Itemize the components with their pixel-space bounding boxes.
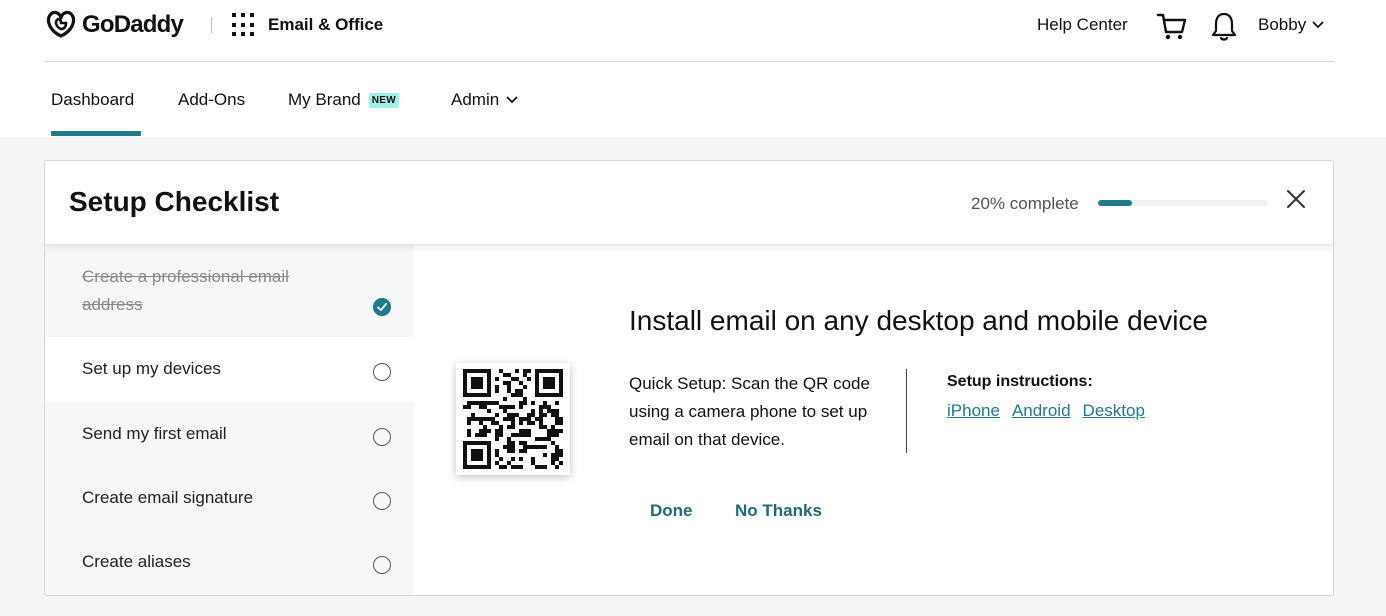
checklist-sidebar: Create a professional email address Set … xyxy=(45,245,414,595)
checklist-item-label: Create a professional email xyxy=(82,267,289,286)
progress-bar-fill xyxy=(1098,200,1132,206)
radio-circle-icon xyxy=(373,428,391,446)
checklist-header: Setup Checklist 20% complete xyxy=(45,161,1333,245)
checklist-item-label: Create email signature xyxy=(82,488,254,507)
checklist-item-label: Set up my devices xyxy=(82,359,221,378)
apps-grid-icon[interactable] xyxy=(232,13,256,37)
checklist-title: Setup Checklist xyxy=(69,186,280,217)
checklist-item-label: address xyxy=(82,295,143,314)
godaddy-logo-icon xyxy=(46,10,76,38)
radio-circle-icon xyxy=(373,492,391,510)
qr-code-icon xyxy=(463,369,563,469)
product-title[interactable]: Email & Office xyxy=(268,15,383,35)
done-button[interactable]: Done xyxy=(650,501,693,521)
help-center-link[interactable]: Help Center xyxy=(1037,15,1128,35)
android-link[interactable]: Android xyxy=(1012,401,1071,421)
logo-text: GoDaddy xyxy=(82,11,184,38)
close-icon[interactable] xyxy=(1285,188,1307,210)
setup-checklist-card: Setup Checklist 20% complete Create a pr… xyxy=(44,160,1334,596)
header: GoDaddy Email & Office Help Center Bobby xyxy=(44,0,1334,62)
device-setup-panel: Install email on any desktop and mobile … xyxy=(414,245,1333,595)
active-tab-indicator xyxy=(51,131,141,136)
quick-setup-text: Quick Setup: Scan the QR code using a ca… xyxy=(629,374,870,449)
tab-dashboard[interactable]: Dashboard xyxy=(51,90,134,110)
godaddy-logo[interactable]: GoDaddy xyxy=(44,9,184,41)
checklist-item-label: Create aliases xyxy=(82,552,191,571)
progress-bar xyxy=(1098,200,1268,206)
check-circle-icon xyxy=(373,298,391,316)
checklist-item-create-aliases[interactable]: Create aliases xyxy=(45,532,414,595)
no-thanks-button[interactable]: No Thanks xyxy=(735,501,822,521)
instruction-links: iPhone Android Desktop xyxy=(947,401,1145,421)
checklist-item-label: Send my first email xyxy=(82,424,227,443)
checklist-item-send-first-email[interactable]: Send my first email xyxy=(45,402,414,467)
cart-icon[interactable] xyxy=(1156,10,1188,42)
new-badge: NEW xyxy=(368,92,399,108)
top-bar: GoDaddy Email & Office Help Center Bobby… xyxy=(0,0,1386,137)
tab-label: Add-Ons xyxy=(178,90,246,109)
instructions-heading: Setup instructions: xyxy=(947,373,1093,390)
chevron-down-icon xyxy=(1312,21,1324,29)
tab-label: Dashboard xyxy=(51,90,135,109)
radio-circle-icon xyxy=(373,556,391,574)
radio-circle-icon xyxy=(373,363,391,381)
checklist-item-set-up-devices[interactable]: Set up my devices xyxy=(45,337,414,402)
tab-add-ons[interactable]: Add-Ons xyxy=(178,90,245,110)
tab-admin[interactable]: Admin xyxy=(451,90,518,110)
user-name: Bobby xyxy=(1258,15,1307,34)
bell-icon[interactable] xyxy=(1210,10,1238,42)
progress-label: 20% complete xyxy=(971,194,1079,213)
vertical-divider xyxy=(906,369,907,453)
user-menu[interactable]: Bobby xyxy=(1258,15,1324,35)
chevron-down-icon xyxy=(506,96,518,104)
qr-code xyxy=(456,363,570,475)
tab-label: My Brand xyxy=(288,90,361,109)
checklist-item-email-signature[interactable]: Create email signature xyxy=(45,467,414,532)
tab-label: Admin xyxy=(451,90,500,109)
header-divider xyxy=(211,17,212,33)
checklist-item-create-email[interactable]: Create a professional email address xyxy=(45,245,414,337)
tab-my-brand[interactable]: My Brand NEW xyxy=(288,90,399,110)
desktop-link[interactable]: Desktop xyxy=(1083,401,1145,421)
iphone-link[interactable]: iPhone xyxy=(947,401,1000,421)
panel-title: Install email on any desktop and mobile … xyxy=(629,305,1209,336)
